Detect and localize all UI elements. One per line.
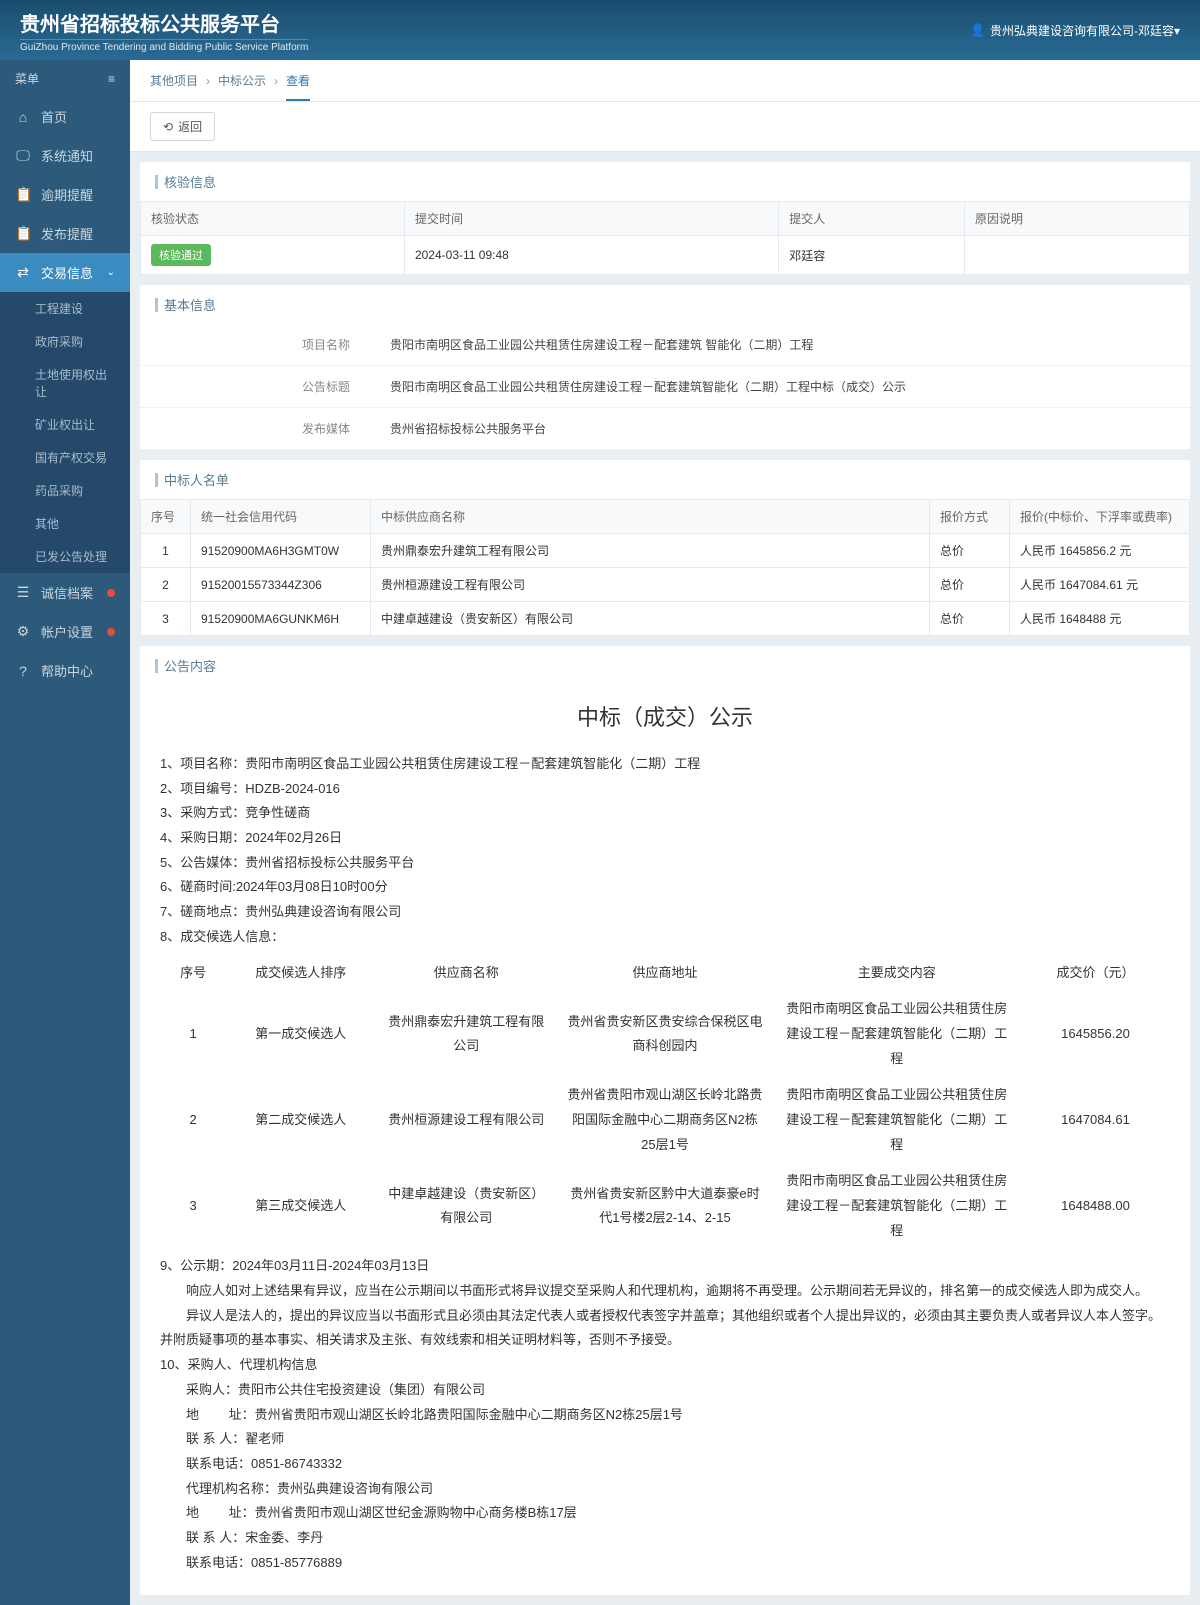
chevron-down-icon: ⌄ [107, 267, 115, 278]
sidebar-subitem[interactable]: 已发公告处理 [0, 540, 130, 573]
sidebar: 菜单 ≡ ⌂首页🖵系统通知📋逾期提醒📋发布提醒⇄交易信息⌄工程建设政府采购土地使… [0, 60, 130, 1605]
basic-panel: 基本信息 项目名称贵阳市南明区食品工业园公共租赁住房建设工程－配套建筑 智能化（… [140, 285, 1190, 450]
table-row: 191520900MA6H3GMT0W贵州鼎泰宏升建筑工程有限公司总价人民币 1… [141, 534, 1190, 568]
menu-label: 菜单 [15, 70, 39, 87]
menu-icon: 📋 [15, 186, 31, 203]
panel-title: 核验信息 [140, 162, 1190, 201]
bidders-panel: 中标人名单 序号统一社会信用代码中标供应商名称报价方式报价(中标价、下浮率或费率… [140, 460, 1190, 636]
menu-icon: ? [15, 663, 31, 679]
sidebar-item[interactable]: ☰诚信档案 [0, 573, 130, 612]
menu-icon: ⇄ [15, 264, 31, 281]
user-menu[interactable]: 贵州弘典建设咨询有限公司-邓廷容▾ [970, 22, 1180, 39]
panel-title: 公告内容 [140, 646, 1190, 685]
app-header: 贵州省招标投标公共服务平台 GuiZhou Province Tendering… [0, 0, 1200, 60]
menu-icon: ⌂ [15, 109, 31, 125]
announce-panel: 公告内容 中标（成交）公示 1、项目名称：贵阳市南明区食品工业园公共租赁住房建设… [140, 646, 1190, 1595]
verify-panel: 核验信息 核验状态 提交时间 提交人 原因说明 核验通过 2024-03-11 … [140, 162, 1190, 275]
sidebar-item[interactable]: 🖵系统通知 [0, 136, 130, 175]
sidebar-item[interactable]: 📋逾期提醒 [0, 175, 130, 214]
menu-icon: ☰ [15, 584, 31, 601]
sidebar-item[interactable]: ⚙帐户设置 [0, 612, 130, 651]
notification-dot [107, 628, 115, 636]
panel-title: 基本信息 [140, 285, 1190, 324]
sidebar-subitem[interactable]: 土地使用权出让 [0, 358, 130, 408]
app-subtitle: GuiZhou Province Tendering and Bidding P… [20, 39, 308, 53]
notification-dot [107, 589, 115, 597]
breadcrumb-item[interactable]: 中标公示 [218, 72, 266, 89]
info-row: 项目名称贵阳市南明区食品工业园公共租赁住房建设工程－配套建筑 智能化（二期）工程 [140, 324, 1190, 366]
sidebar-item[interactable]: ⇄交易信息⌄ [0, 253, 130, 292]
sidebar-subitem[interactable]: 政府采购 [0, 325, 130, 358]
back-button[interactable]: ⟲ 返回 [150, 112, 215, 141]
breadcrumb: 其他项目 › 中标公示 › 查看 [130, 60, 1200, 102]
candidates-table: 序号成交候选人排序供应商名称供应商地址主要成交内容成交价（元）1第一成交候选人贵… [160, 955, 1170, 1250]
table-row: 3第三成交候选人中建卓越建设（贵安新区）有限公司贵州省贵安新区黔中大道泰豪e时代… [160, 1163, 1170, 1249]
table-row: 核验通过 2024-03-11 09:48 邓廷容 [141, 236, 1190, 275]
menu-icon: 📋 [15, 225, 31, 242]
sidebar-item[interactable]: ⌂首页 [0, 97, 130, 136]
sidebar-subitem[interactable]: 国有产权交易 [0, 441, 130, 474]
breadcrumb-item[interactable]: 其他项目 [150, 72, 198, 89]
menu-toggle-icon[interactable]: ≡ [108, 72, 115, 86]
info-row: 发布媒体贵州省招标投标公共服务平台 [140, 408, 1190, 450]
table-row: 1第一成交候选人贵州鼎泰宏升建筑工程有限公司贵州省贵安新区贵安综合保税区电商科创… [160, 991, 1170, 1077]
content-area: 其他项目 › 中标公示 › 查看 ⟲ 返回 核验信息 核验状态 提交时间 提交人… [130, 60, 1200, 1605]
table-row: 391520900MA6GUNKM6H中建卓越建设（贵安新区）有限公司总价人民币… [141, 602, 1190, 636]
sidebar-subitem[interactable]: 其他 [0, 507, 130, 540]
announce-title: 中标（成交）公示 [140, 685, 1190, 747]
sidebar-subitem[interactable]: 工程建设 [0, 292, 130, 325]
menu-icon: 🖵 [15, 147, 31, 164]
sidebar-subitem[interactable]: 药品采购 [0, 474, 130, 507]
breadcrumb-current: 查看 [286, 72, 310, 101]
sidebar-item[interactable]: 📋发布提醒 [0, 214, 130, 253]
sidebar-item[interactable]: ?帮助中心 [0, 651, 130, 690]
table-row: 291520015573344Z306贵州桓源建设工程有限公司总价人民币 164… [141, 568, 1190, 602]
status-badge: 核验通过 [151, 244, 211, 266]
menu-icon: ⚙ [15, 623, 31, 640]
sidebar-subitem[interactable]: 矿业权出让 [0, 408, 130, 441]
info-row: 公告标题贵阳市南明区食品工业园公共租赁住房建设工程－配套建筑智能化（二期）工程中… [140, 366, 1190, 408]
table-row: 2第二成交候选人贵州桓源建设工程有限公司贵州省贵阳市观山湖区长岭北路贵阳国际金融… [160, 1077, 1170, 1163]
app-title: 贵州省招标投标公共服务平台 [20, 8, 308, 37]
panel-title: 中标人名单 [140, 460, 1190, 499]
